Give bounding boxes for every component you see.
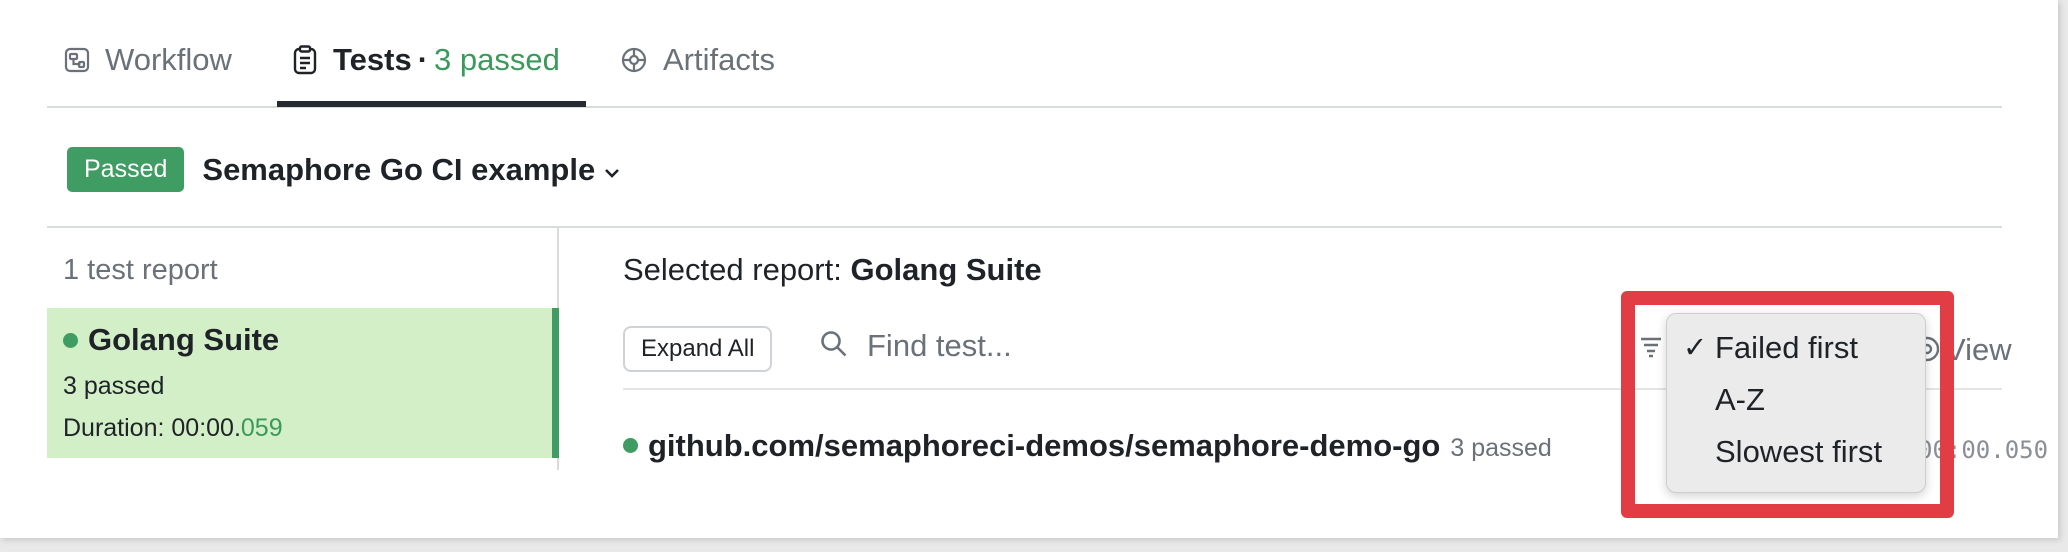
test-results-panel: Workflow Tests · 3 passed Artifacts Pass… bbox=[0, 0, 2058, 538]
tab-tests-separator: · bbox=[417, 42, 429, 77]
sort-option-failed-first[interactable]: Failed first bbox=[1715, 330, 1858, 366]
tab-tests[interactable]: Tests · 3 passed bbox=[291, 42, 560, 78]
report-name: Golang Suite bbox=[88, 322, 280, 357]
search-input[interactable] bbox=[867, 328, 1367, 364]
list-item[interactable]: github.com/semaphoreci-demos/semaphore-d… bbox=[623, 428, 1552, 464]
report-duration: Duration: 00:00.059 bbox=[63, 414, 283, 443]
workflow-icon bbox=[63, 46, 91, 74]
chevron-down-icon bbox=[603, 152, 621, 188]
report-duration-label: Duration: 00:00. bbox=[63, 414, 241, 442]
sort-dropdown-menu: ✓ Failed first A-Z Slowest first bbox=[1666, 313, 1926, 493]
tab-workflow-label: Workflow bbox=[105, 42, 232, 77]
tab-workflow[interactable]: Workflow bbox=[63, 42, 232, 78]
status-badge: Passed bbox=[67, 147, 185, 192]
sidebar-heading: 1 test report bbox=[63, 254, 218, 286]
report-duration-ms: 059 bbox=[240, 414, 283, 442]
checkmark-icon: ✓ bbox=[1683, 332, 1708, 364]
sidebar-report-item[interactable]: Golang Suite 3 passed Duration: 00:00.05… bbox=[47, 308, 559, 458]
sort-option-a-z[interactable]: A-Z bbox=[1715, 382, 1765, 418]
pipeline-header: Passed Semaphore Go CI example bbox=[67, 147, 621, 192]
selected-report-name: Golang Suite bbox=[850, 252, 1042, 287]
tab-artifacts[interactable]: Artifacts bbox=[619, 42, 775, 78]
report-passed-count: 3 passed bbox=[63, 372, 165, 400]
search-icon bbox=[819, 329, 849, 364]
search-box bbox=[819, 328, 1367, 364]
suite-name: github.com/semaphoreci-demos/semaphore-d… bbox=[648, 428, 1441, 463]
artifacts-icon bbox=[619, 45, 649, 75]
sort-option-slowest-first[interactable]: Slowest first bbox=[1715, 434, 1882, 470]
tab-tests-label: Tests bbox=[333, 42, 412, 77]
status-dot-icon bbox=[63, 332, 78, 348]
view-button[interactable]: View bbox=[1945, 332, 2012, 368]
tab-artifacts-label: Artifacts bbox=[663, 42, 775, 77]
tab-tests-count: 3 passed bbox=[434, 42, 560, 77]
pipeline-selector[interactable]: Semaphore Go CI example bbox=[202, 152, 621, 188]
pipeline-title: Semaphore Go CI example bbox=[202, 151, 596, 187]
report-sidebar: 1 test report Golang Suite 3 passed Dura… bbox=[47, 228, 559, 470]
clipboard-icon bbox=[291, 45, 319, 75]
report-title: Golang Suite bbox=[63, 322, 279, 358]
active-tab-indicator bbox=[277, 101, 586, 107]
status-dot-icon bbox=[623, 438, 638, 453]
suite-passed-count: 3 passed bbox=[1450, 434, 1552, 462]
selected-report-heading: Selected report: Golang Suite bbox=[623, 252, 1042, 288]
expand-all-button[interactable]: Expand All bbox=[623, 326, 773, 372]
selected-report-label: Selected report: bbox=[623, 252, 842, 287]
tab-bar: Workflow Tests · 3 passed Artifacts bbox=[47, 0, 2002, 108]
